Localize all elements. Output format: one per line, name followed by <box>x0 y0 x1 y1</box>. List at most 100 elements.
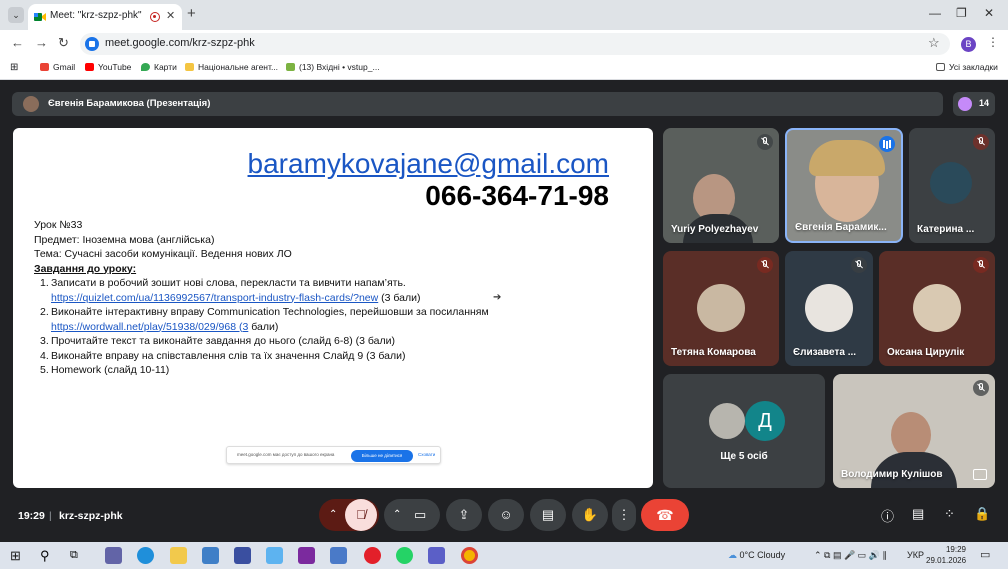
forward-icon[interactable]: → <box>35 35 48 50</box>
presenter-bar: Євгенія Барамикова (Презентація) <box>12 92 943 116</box>
participant-name: Єлизавета ... <box>793 347 857 358</box>
presenter-name: Євгенія Барамикова (Презентація) <box>48 98 211 109</box>
all-bookmarks[interactable]: Усі закладки <box>936 62 998 72</box>
whatsapp-icon[interactable] <box>396 547 413 564</box>
task-item: 5. Homework (слайд 10-11) <box>34 363 489 378</box>
bookmark-star-icon[interactable]: ☆ <box>928 35 940 51</box>
muted-mic-icon <box>851 257 867 273</box>
edge-icon[interactable] <box>137 547 154 564</box>
bookmark-label: Карти <box>154 62 177 72</box>
participant-name: Катерина ... <box>917 224 975 235</box>
leave-call-button[interactable]: ☎ <box>641 499 689 531</box>
chrome-icon[interactable] <box>461 547 478 564</box>
more-participants-tile[interactable]: Д Ще 5 осіб <box>663 374 825 488</box>
task-view-icon[interactable]: ⧉ <box>70 547 87 564</box>
participant-tile[interactable]: Yuriy Polyezhayev <box>663 128 779 243</box>
meet-favicon-icon <box>34 13 46 21</box>
more-options-button[interactable]: ⋮ <box>612 499 636 531</box>
profile-avatar[interactable]: B <box>961 37 976 52</box>
participant-tile[interactable]: Оксана Цирулік <box>879 251 995 366</box>
mic-toggle-button[interactable]: 🎙̸ <box>345 499 377 531</box>
bookmark-gmail[interactable]: Gmail <box>40 62 75 72</box>
task-item: 2. Виконайте інтерактивну вправу Communic… <box>34 305 489 320</box>
muted-mic-icon <box>973 257 989 273</box>
back-icon[interactable]: ← <box>11 35 24 50</box>
onenote-icon[interactable] <box>298 547 315 564</box>
people-icon <box>958 97 972 111</box>
camera-icon: ▭ <box>414 507 427 522</box>
participant-avatar <box>930 162 972 204</box>
close-window-icon[interactable]: ✕ <box>984 6 994 20</box>
participant-tile[interactable]: Єлизавета ... <box>785 251 873 366</box>
hand-icon: ✋ <box>581 507 599 522</box>
tab-close-icon[interactable]: ✕ <box>166 9 175 22</box>
host-controls-icon[interactable]: 🔒 <box>974 506 990 522</box>
bookmark-label: Gmail <box>53 62 76 72</box>
raise-hand-button[interactable]: ✋ <box>572 499 608 531</box>
meeting-info-icon[interactable]: ⓘ <box>881 506 894 525</box>
stop-sharing-button[interactable]: Більше не ділитися <box>351 450 413 462</box>
apps-grid-icon[interactable]: ⊞ <box>10 62 18 73</box>
wordwall-link[interactable]: https://wordwall.net/play/51938/029/968 … <box>51 321 248 333</box>
captions-button[interactable]: ▤ <box>530 499 566 531</box>
url-text[interactable]: meet.google.com/krz-szpz-phk <box>105 37 255 49</box>
teams-icon[interactable] <box>105 547 122 564</box>
picture-in-picture-icon[interactable] <box>973 469 987 480</box>
reload-icon[interactable]: ↻ <box>58 35 69 51</box>
self-view-tile[interactable]: Володимир Кулішов <box>833 374 995 488</box>
participant-tile[interactable]: Тетяна Комарова <box>663 251 779 366</box>
task-link-line: https://quizlet.com/ua/1136992567/transp… <box>34 291 489 306</box>
participant-avatar <box>913 284 961 332</box>
tab-search-icon[interactable]: ⌄ <box>8 7 24 23</box>
bookmark-inbox[interactable]: (13) Вхідні • vstup_... <box>286 62 380 72</box>
weather-widget[interactable]: ☁ 0°C Cloudy <box>728 550 785 561</box>
outlook-icon[interactable] <box>330 547 347 564</box>
opera-icon[interactable] <box>364 547 381 564</box>
bookmark-label: (13) Вхідні • vstup_... <box>299 62 380 72</box>
browser-tab-bar: ⌄ Meet: "krz-szpz-phk" ✕ + — ❐ ✕ <box>0 0 1008 30</box>
participant-tile-active-speaker[interactable]: Євгенія Барамик... <box>785 128 903 243</box>
media-player-icon[interactable] <box>266 547 283 564</box>
search-icon[interactable]: ⚲ <box>40 547 57 564</box>
teams-classic-icon[interactable] <box>428 547 445 564</box>
present-screen-button[interactable]: ⇪ <box>446 499 482 531</box>
windows-start-icon[interactable]: ⊞ <box>10 547 27 564</box>
tray-icons[interactable]: ⌃ ⧉ ▤ 🎤 ▭ 🔊 ∥ <box>814 550 887 561</box>
notifications-icon[interactable]: ▭ <box>980 548 990 561</box>
mic-off-icon: 🎙̸ <box>356 507 366 522</box>
windows-taskbar: ⊞ ⚲ ⧉ ☁ 0°C Cloudy ⌃ ⧉ ▤ 🎤 ▭ 🔊 ∥ УКР 19:… <box>0 542 1008 569</box>
reactions-button[interactable]: ☺ <box>488 499 524 531</box>
file-explorer-icon[interactable] <box>170 547 187 564</box>
bookmark-label: YouTube <box>98 62 132 72</box>
bookmark-maps[interactable]: Карти <box>141 62 177 72</box>
save-app-icon[interactable] <box>234 547 251 564</box>
maximize-icon[interactable]: ❐ <box>956 6 967 20</box>
language-indicator[interactable]: УКР <box>907 550 924 560</box>
address-bar: ← → ↻ meet.google.com/krz-szpz-phk ☆ B ⋮ <box>0 30 1008 58</box>
activities-icon[interactable]: ⁘ <box>944 506 955 522</box>
browser-tab[interactable]: Meet: "krz-szpz-phk" ✕ <box>28 4 182 30</box>
people-button[interactable]: 14 <box>953 92 995 116</box>
clock-date: 29.01.2026 <box>926 556 967 565</box>
participant-tile[interactable]: Катерина ... <box>909 128 995 243</box>
slide-email-link[interactable]: baramykovajane@gmail.com <box>248 148 609 180</box>
mail-icon[interactable] <box>202 547 219 564</box>
hide-notice-button[interactable]: Сховати <box>418 452 435 457</box>
bookmark-national-agency[interactable]: Національне агент... <box>185 62 278 72</box>
chat-icon[interactable]: ▤ <box>912 506 924 522</box>
weather-text: 0°C Cloudy <box>739 550 786 560</box>
quizlet-link[interactable]: https://quizlet.com/ua/1136992567/transp… <box>51 292 378 304</box>
browser-menu-icon[interactable]: ⋮ <box>987 35 999 49</box>
taskbar-clock[interactable]: 19:29 29.01.2026 <box>926 544 966 566</box>
omnibox[interactable]: meet.google.com/krz-szpz-phk <box>80 33 950 55</box>
meet-site-icon <box>85 37 99 51</box>
bookmark-label: Національне агент... <box>198 62 279 72</box>
bookmark-youtube[interactable]: YouTube <box>85 62 131 72</box>
task-number: 4. <box>40 349 49 362</box>
task-number: 3. <box>40 335 49 347</box>
minimize-icon[interactable]: — <box>929 6 941 20</box>
new-tab-icon[interactable]: + <box>187 5 196 22</box>
camera-options-button[interactable]: ⌃ ▭ <box>384 499 440 531</box>
task-text: Записати в робочий зошит нові слова, пер… <box>51 277 406 289</box>
all-bookmarks-label: Усі закладки <box>949 62 998 72</box>
